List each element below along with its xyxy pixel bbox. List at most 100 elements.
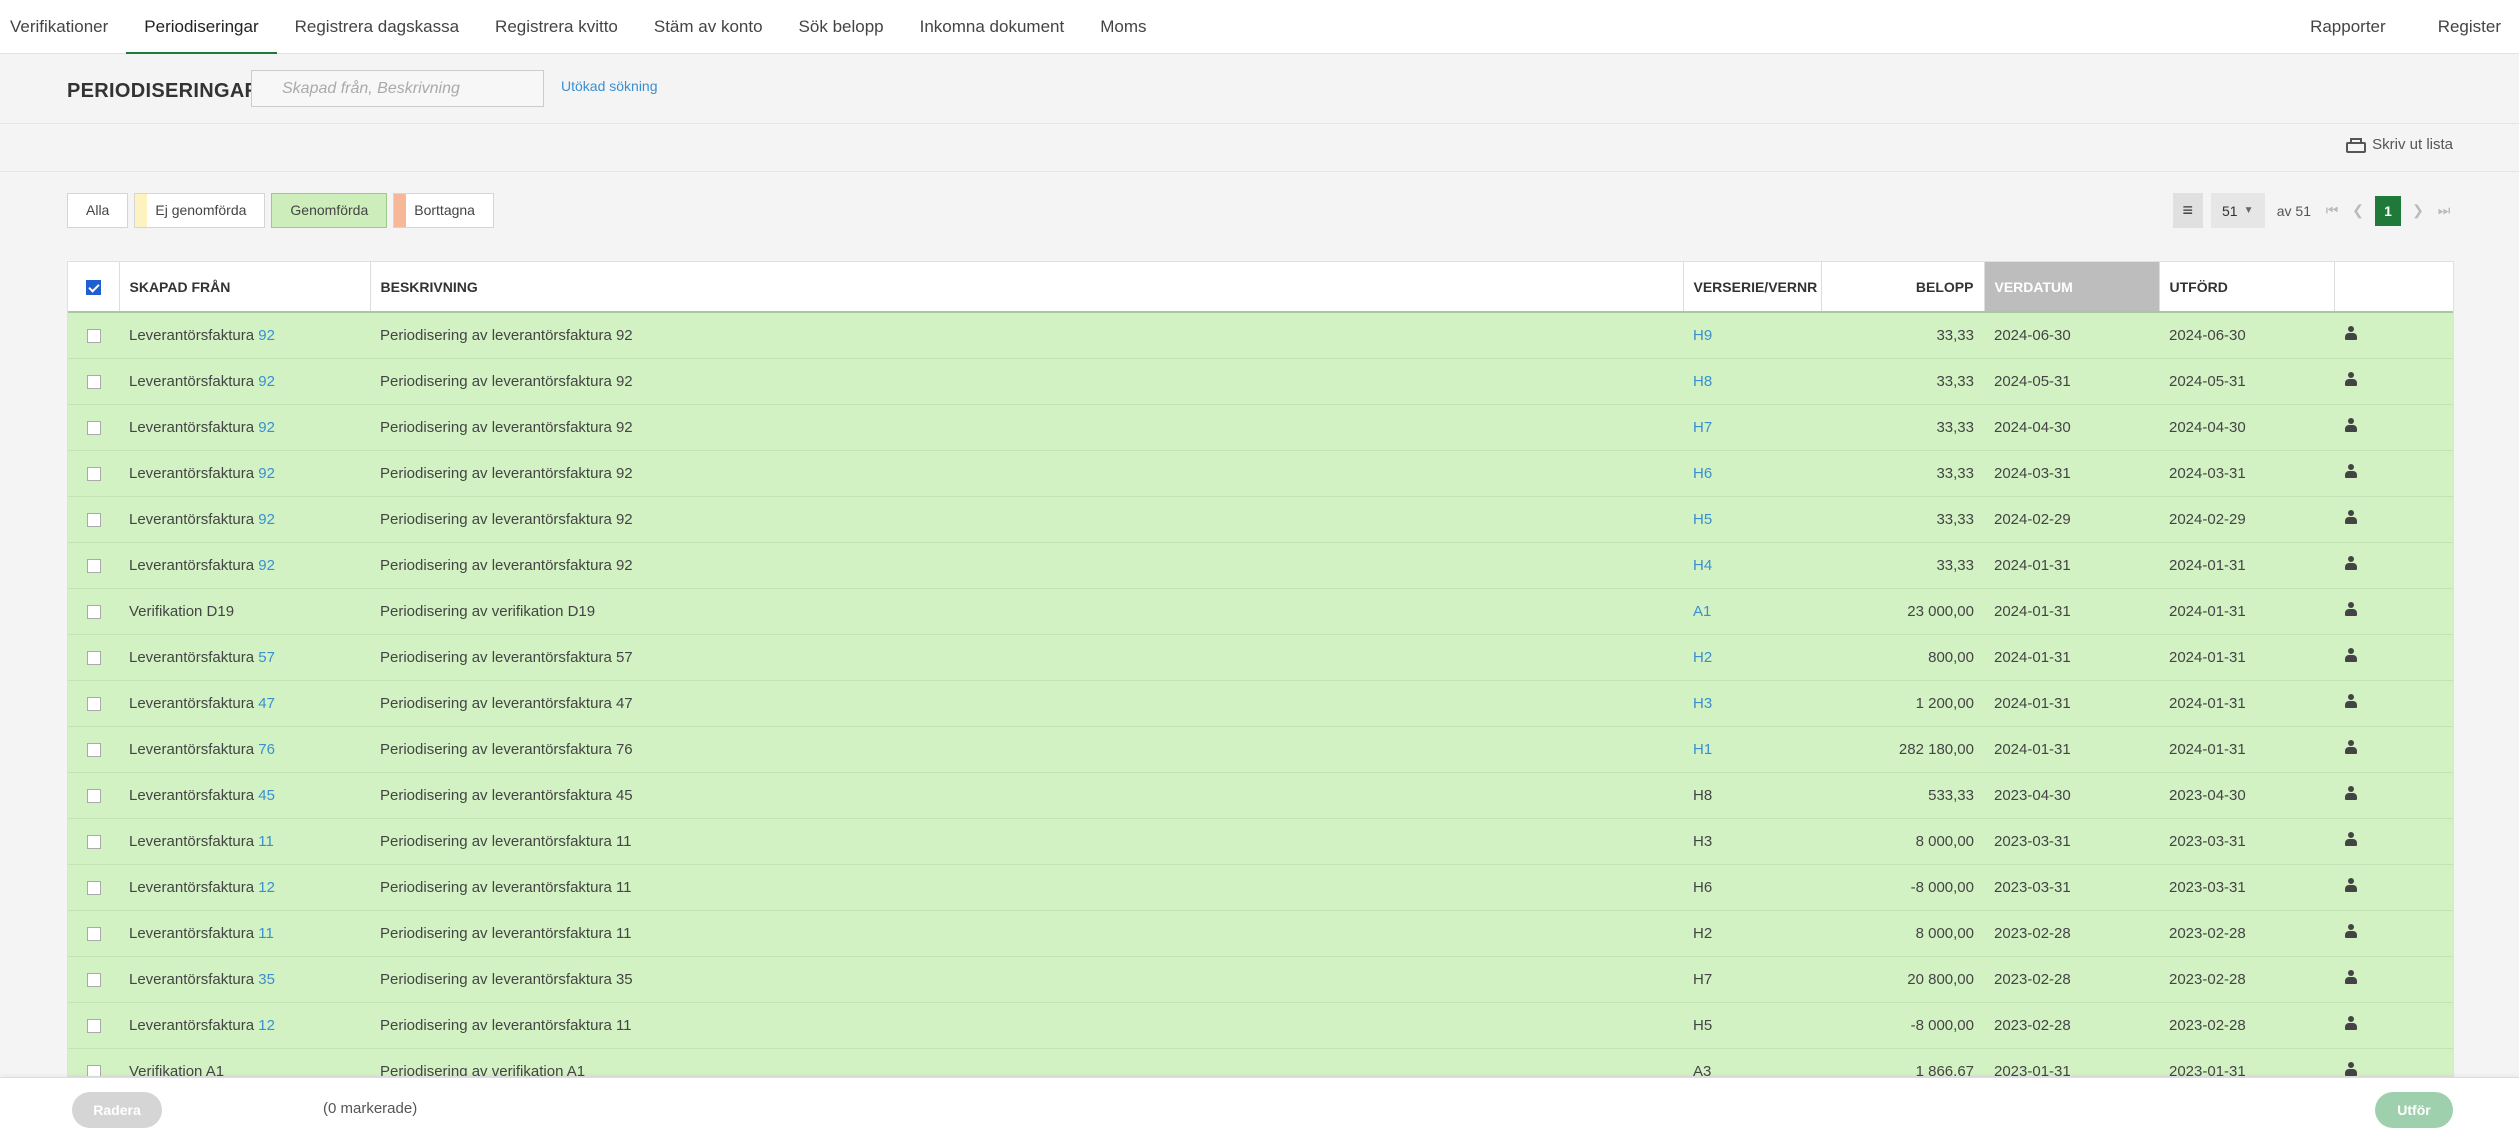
- row-checkbox[interactable]: [86, 420, 101, 435]
- table-row[interactable]: Leverantörsfaktura 92 Periodisering av le…: [68, 542, 2453, 589]
- invoice-link[interactable]: 12: [258, 879, 275, 896]
- nav-stäm-av-konto[interactable]: Stäm av konto: [636, 0, 781, 54]
- series-link[interactable]: H1: [1693, 741, 1712, 758]
- row-checkbox[interactable]: [86, 696, 101, 711]
- filter-button[interactable]: Ej genomförda: [134, 193, 266, 228]
- row-checkbox[interactable]: [86, 604, 101, 619]
- user-icon[interactable]: [2344, 832, 2358, 846]
- table-row[interactable]: Leverantörsfaktura 92 Periodisering av le…: [68, 450, 2453, 497]
- table-row[interactable]: Leverantörsfaktura 12 Periodisering av le…: [68, 864, 2453, 911]
- row-checkbox[interactable]: [86, 788, 101, 803]
- invoice-link[interactable]: 45: [258, 787, 275, 804]
- invoice-link[interactable]: 92: [258, 557, 275, 574]
- row-checkbox[interactable]: [86, 834, 101, 849]
- col-description[interactable]: BESKRIVNING: [370, 262, 1684, 313]
- nav-moms[interactable]: Moms: [1082, 0, 1164, 54]
- col-series[interactable]: VERSERIE/VERNR: [1683, 262, 1822, 313]
- table-row[interactable]: Verifikation A1 Periodisering av verifika…: [68, 1048, 2453, 1076]
- user-icon[interactable]: [2344, 510, 2358, 524]
- row-checkbox[interactable]: [86, 650, 101, 665]
- table-row[interactable]: Leverantörsfaktura 57 Periodisering av le…: [68, 634, 2453, 681]
- table-row[interactable]: Leverantörsfaktura 45 Periodisering av le…: [68, 772, 2453, 819]
- select-all-checkbox[interactable]: [68, 262, 120, 313]
- table-row[interactable]: Verifikation D19 Periodisering av verifik…: [68, 588, 2453, 635]
- nav-verifikationer[interactable]: Verifikationer: [0, 0, 126, 54]
- row-checkbox[interactable]: [86, 1018, 101, 1033]
- invoice-link[interactable]: 92: [258, 419, 275, 436]
- last-page-icon[interactable]: ⏭: [2435, 202, 2453, 219]
- filter-button[interactable]: Borttagna: [393, 193, 494, 228]
- col-amount[interactable]: BELOPP: [1821, 262, 1985, 313]
- user-icon[interactable]: [2344, 372, 2358, 386]
- table-row[interactable]: Leverantörsfaktura 35 Periodisering av le…: [68, 956, 2453, 1003]
- next-page-icon[interactable]: ❯: [2409, 202, 2427, 219]
- series-link[interactable]: H8: [1693, 373, 1712, 390]
- series-link[interactable]: H2: [1693, 649, 1712, 666]
- search-input[interactable]: [251, 70, 544, 107]
- row-checkbox[interactable]: [86, 466, 101, 481]
- user-icon[interactable]: [2344, 418, 2358, 432]
- series-link[interactable]: A1: [1693, 603, 1711, 620]
- nav-sök-belopp[interactable]: Sök belopp: [781, 0, 902, 54]
- invoice-link[interactable]: 11: [258, 833, 274, 850]
- row-checkbox[interactable]: [86, 880, 101, 895]
- user-icon[interactable]: [2344, 648, 2358, 662]
- user-icon[interactable]: [2344, 924, 2358, 938]
- invoice-link[interactable]: 76: [258, 741, 275, 758]
- table-row[interactable]: Leverantörsfaktura 92 Periodisering av le…: [68, 404, 2453, 451]
- delete-button[interactable]: Radera: [72, 1092, 162, 1128]
- table-row[interactable]: Leverantörsfaktura 11 Periodisering av le…: [68, 910, 2453, 957]
- filter-button[interactable]: Alla: [67, 193, 129, 228]
- invoice-link[interactable]: 57: [258, 649, 275, 666]
- nav-inkomna-dokument[interactable]: Inkomna dokument: [902, 0, 1083, 54]
- table-row[interactable]: Leverantörsfaktura 92 Periodisering av le…: [68, 496, 2453, 543]
- invoice-link[interactable]: 92: [258, 373, 275, 390]
- user-icon[interactable]: [2344, 694, 2358, 708]
- table-row[interactable]: Leverantörsfaktura 11 Periodisering av le…: [68, 818, 2453, 865]
- nav-registrera-dagskassa[interactable]: Registrera dagskassa: [277, 0, 477, 54]
- table-row[interactable]: Leverantörsfaktura 12 Periodisering av le…: [68, 1002, 2453, 1049]
- invoice-link[interactable]: 11: [258, 925, 274, 942]
- invoice-link[interactable]: 92: [258, 327, 275, 344]
- invoice-link[interactable]: 12: [258, 1017, 275, 1034]
- nav-periodiseringar[interactable]: Periodiseringar: [126, 0, 277, 54]
- filter-button[interactable]: Genomförda: [271, 193, 388, 228]
- row-checkbox[interactable]: [86, 926, 101, 941]
- advanced-search-link[interactable]: Utökad sökning: [561, 78, 658, 94]
- series-link[interactable]: H7: [1693, 419, 1712, 436]
- invoice-link[interactable]: 92: [258, 465, 275, 482]
- list-icon[interactable]: ≡: [2172, 193, 2203, 228]
- table-row[interactable]: Leverantörsfaktura 92 Periodisering av le…: [68, 358, 2453, 405]
- user-icon[interactable]: [2344, 1062, 2358, 1076]
- execute-button[interactable]: Utför: [2375, 1092, 2453, 1128]
- nav-rapporter[interactable]: Rapporter: [2284, 0, 2412, 54]
- row-checkbox[interactable]: [86, 374, 101, 389]
- col-verdate[interactable]: VERDATUM: [1984, 262, 2160, 313]
- table-row[interactable]: Leverantörsfaktura 76 Periodisering av le…: [68, 726, 2453, 773]
- invoice-link[interactable]: 47: [258, 695, 275, 712]
- series-link[interactable]: H5: [1693, 511, 1712, 528]
- col-done[interactable]: UTFÖRD: [2159, 262, 2335, 313]
- series-link[interactable]: H3: [1693, 695, 1712, 712]
- series-link[interactable]: H4: [1693, 557, 1712, 574]
- invoice-link[interactable]: 92: [258, 511, 275, 528]
- row-checkbox[interactable]: [86, 1064, 101, 1076]
- row-checkbox[interactable]: [86, 558, 101, 573]
- user-icon[interactable]: [2344, 602, 2358, 616]
- user-icon[interactable]: [2344, 786, 2358, 800]
- col-created-from[interactable]: SKAPAD FRÅN: [119, 262, 371, 313]
- invoice-link[interactable]: 35: [258, 971, 275, 988]
- user-icon[interactable]: [2344, 970, 2358, 984]
- table-row[interactable]: Leverantörsfaktura 47 Periodisering av le…: [68, 680, 2453, 727]
- nav-register[interactable]: Register: [2412, 0, 2519, 54]
- row-checkbox[interactable]: [86, 328, 101, 343]
- row-checkbox[interactable]: [86, 742, 101, 757]
- user-icon[interactable]: [2344, 878, 2358, 892]
- first-page-icon[interactable]: ⏮: [2323, 202, 2341, 219]
- series-link[interactable]: H9: [1693, 327, 1712, 344]
- user-icon[interactable]: [2344, 556, 2358, 570]
- user-icon[interactable]: [2344, 740, 2358, 754]
- row-checkbox[interactable]: [86, 972, 101, 987]
- series-link[interactable]: H6: [1693, 465, 1712, 482]
- table-row[interactable]: Leverantörsfaktura 92 Periodisering av le…: [68, 312, 2453, 359]
